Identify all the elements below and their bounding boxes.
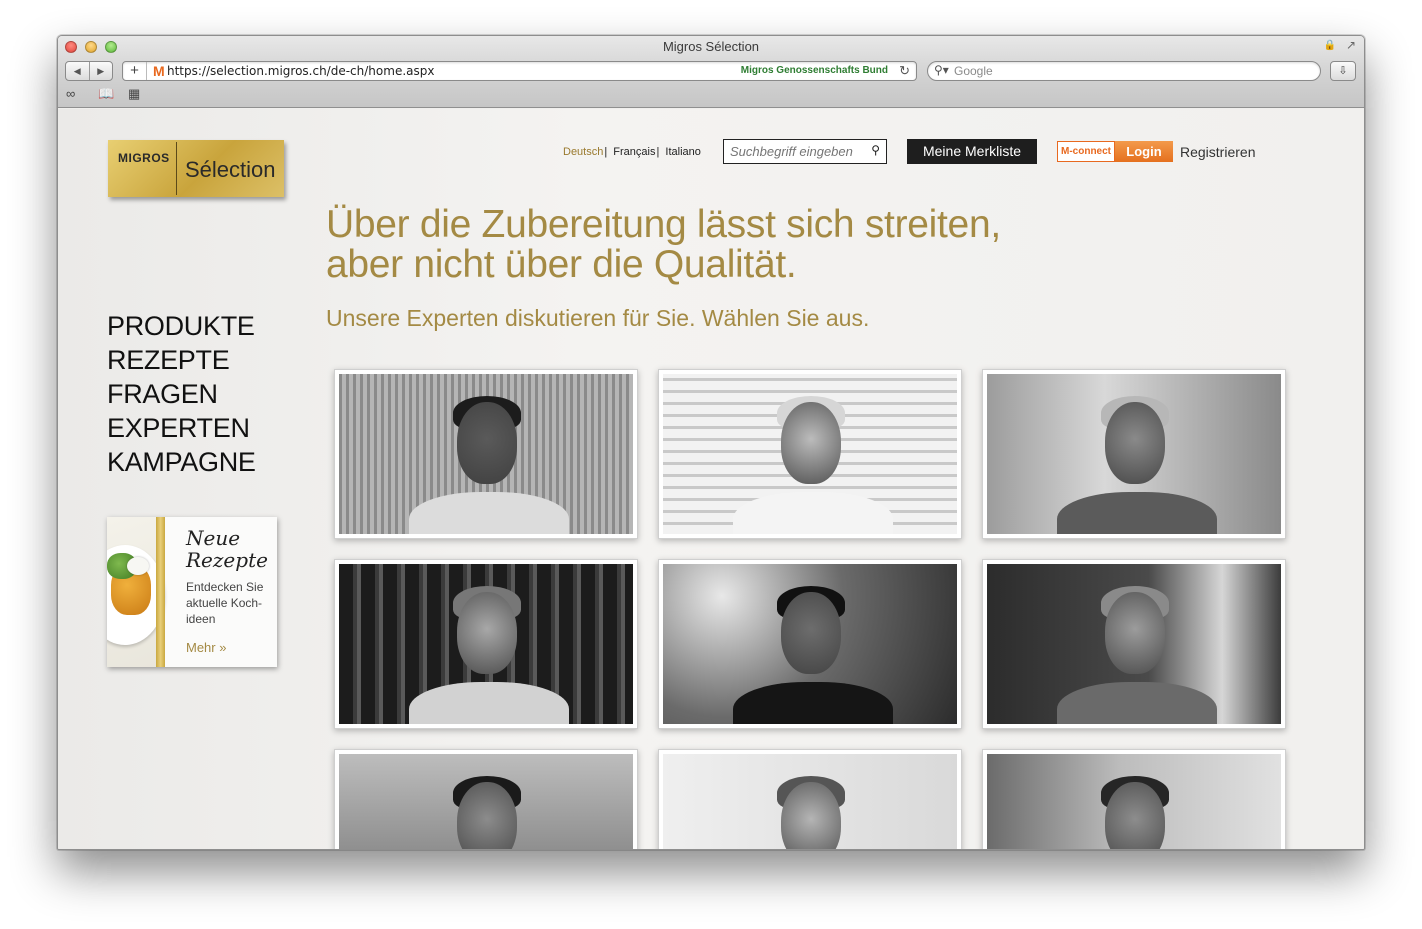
site-search: ⚲ [723, 139, 887, 164]
mconnect-label: M-connect [1061, 146, 1111, 157]
teaser-more-link[interactable]: Mehr » [186, 640, 226, 655]
expert-tile-9[interactable] [982, 749, 1286, 849]
teaser-title-line-1: Neue [186, 526, 241, 550]
fullscreen-icon[interactable]: ↗ [1346, 38, 1356, 52]
downloads-button[interactable]: ⇩ [1330, 61, 1356, 81]
nav-kampagne[interactable]: KAMPAGNE [107, 445, 256, 479]
page-headline: Über die Zubereitung lässt sich streiten… [326, 205, 1001, 285]
language-switcher: Deutsch| Français| Italiano [563, 146, 701, 158]
add-bookmark-icon[interactable]: + [123, 62, 147, 80]
merkliste-button[interactable]: Meine Merkliste [907, 139, 1037, 164]
page-subheadline: Unsere Experten diskutieren für Sie. Wäh… [326, 305, 870, 331]
bookmarks-icon[interactable]: 📖 [98, 86, 114, 102]
url-text[interactable]: https://selection.migros.ch/de-ch/home.a… [167, 64, 434, 78]
forward-button[interactable]: ▶ [88, 62, 113, 80]
expert-portrait-image [663, 564, 957, 724]
expert-portrait-image [339, 374, 633, 534]
expert-portrait-image [663, 754, 957, 849]
back-button[interactable]: ◀ [66, 62, 89, 80]
expert-tile-3[interactable] [982, 369, 1286, 539]
lock-icon: 🔒 [1323, 40, 1336, 51]
teaser-title: Neue Rezepte [186, 527, 268, 571]
mconnect-badge[interactable]: M-connect [1057, 141, 1115, 162]
expert-tile-1[interactable] [334, 369, 638, 539]
main-navigation: PRODUKTE REZEPTE FRAGEN EXPERTEN KAMPAGN… [107, 309, 256, 479]
search-icon[interactable]: ⚲ [871, 143, 880, 157]
login-button[interactable]: Login [1115, 141, 1173, 162]
nav-fragen[interactable]: FRAGEN [107, 377, 256, 411]
expert-tile-7[interactable] [334, 749, 638, 849]
expert-tile-2[interactable] [658, 369, 962, 539]
expert-portrait-image [987, 754, 1281, 849]
expert-portrait-image [339, 754, 633, 849]
search-icon: ⚲▾ [934, 63, 949, 77]
new-recipes-teaser[interactable]: Neue Rezepte Entdecken Sie aktuelle Koch… [107, 517, 277, 667]
expert-tile-5[interactable] [658, 559, 962, 729]
logo-migros-text: MIGROS [118, 151, 170, 165]
webpage: MIGROS Sélection Deutsch| Français| Ital… [58, 109, 1364, 849]
migros-selection-logo[interactable]: MIGROS Sélection [108, 140, 284, 197]
site-search-input[interactable] [730, 143, 860, 160]
lang-francais[interactable]: Français [613, 146, 655, 158]
certificate-owner: Migros Genossenschafts Bund [740, 65, 888, 76]
nav-experten[interactable]: EXPERTEN [107, 411, 256, 445]
nav-produkte[interactable]: PRODUKTE [107, 309, 256, 343]
teaser-text: Entdecken Sie aktuelle Koch-ideen [186, 580, 264, 626]
browser-search-placeholder[interactable]: Google [954, 64, 993, 78]
lang-italiano[interactable]: Italiano [665, 146, 700, 158]
expert-portrait-image [987, 564, 1281, 724]
nav-rezepte[interactable]: REZEPTE [107, 343, 256, 377]
history-buttons: ◀ ▶ [65, 61, 113, 81]
window-title: Migros Sélection [662, 39, 760, 54]
expert-tile-4[interactable] [334, 559, 638, 729]
teaser-gold-stripe [156, 517, 165, 667]
reload-icon[interactable]: ↻ [899, 63, 910, 79]
register-link[interactable]: Registrieren [1180, 144, 1255, 160]
site-favicon-icon: M [153, 63, 165, 79]
lang-deutsch[interactable]: Deutsch [563, 146, 603, 158]
address-bar[interactable]: + M https://selection.migros.ch/de-ch/ho… [122, 61, 917, 81]
logo-selection-text: Sélection [185, 157, 276, 182]
browser-toolbar: Migros Sélection 🔒 ↗ ◀ ▶ + M https://sel… [58, 36, 1364, 108]
logo-divider [176, 142, 177, 195]
headline-line-1: Über die Zubereitung lässt sich streiten… [326, 203, 1001, 246]
expert-portrait-image [987, 374, 1281, 534]
browser-window: Migros Sélection 🔒 ↗ ◀ ▶ + M https://sel… [57, 35, 1365, 850]
reading-list-icon[interactable]: ∞ [66, 86, 75, 101]
teaser-title-line-2: Rezepte [186, 548, 268, 572]
browser-search-field[interactable]: ⚲▾ Google [927, 61, 1321, 81]
expert-portrait-image [339, 564, 633, 724]
top-sites-icon[interactable]: ▦ [128, 86, 140, 102]
expert-tile-6[interactable] [982, 559, 1286, 729]
expert-portrait-image [663, 374, 957, 534]
headline-line-2: aber nicht über die Qualität. [326, 243, 797, 286]
expert-tile-8[interactable] [658, 749, 962, 849]
